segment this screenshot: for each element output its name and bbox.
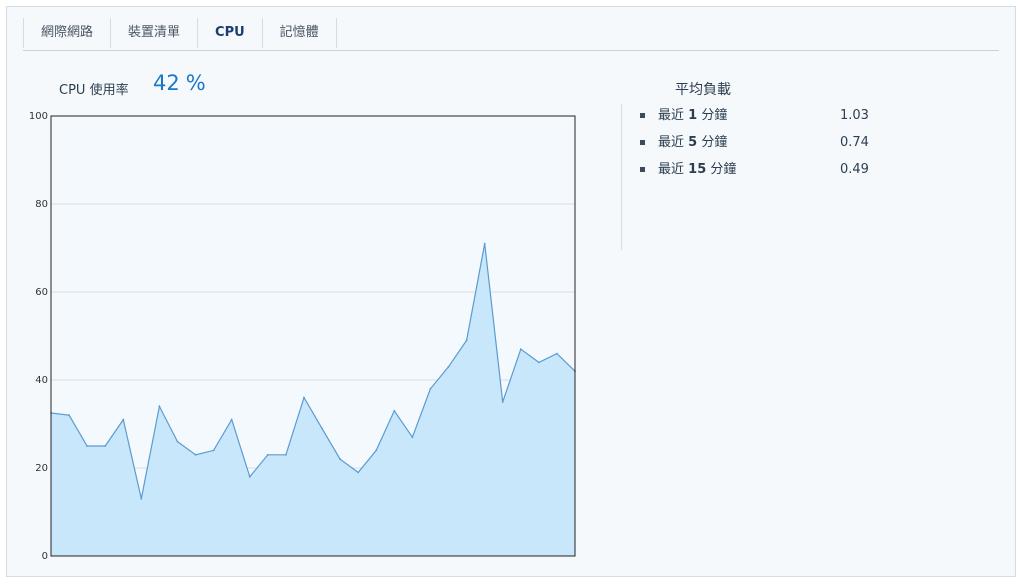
- data-point: [411, 436, 414, 439]
- y-tick-label: 100: [29, 111, 48, 122]
- data-point: [230, 418, 233, 421]
- y-tick-label: 0: [42, 551, 48, 562]
- data-point: [375, 449, 378, 452]
- data-point: [176, 440, 179, 443]
- bullet-icon: [640, 113, 645, 118]
- cpu-usage-chart: 0 20 40 60 80 100: [29, 111, 576, 562]
- data-point: [122, 418, 125, 421]
- data-point: [321, 427, 323, 430]
- load-average-value: 1.03: [840, 108, 869, 123]
- data-point: [248, 475, 251, 478]
- data-point: [501, 401, 504, 403]
- load-average-value: 0.74: [840, 135, 869, 150]
- data-point: [303, 396, 305, 399]
- load-average-row-15min: 最近 15 分鐘 0.49: [639, 161, 939, 188]
- load-average-value: 0.49: [840, 162, 869, 177]
- data-point: [194, 453, 197, 456]
- data-point: [68, 414, 70, 417]
- cpu-usage-label: CPU 使用率: [59, 83, 129, 98]
- data-point: [104, 445, 107, 447]
- data-point: [483, 242, 486, 245]
- bullet-icon: [640, 167, 645, 172]
- load-average-label: 最近 15 分鐘: [658, 162, 737, 177]
- load-average-row-1min: 最近 1 分鐘 1.03: [639, 107, 939, 134]
- data-point: [519, 348, 522, 351]
- tab-bar: 網際網路 裝置清單 CPU 記憶體: [23, 18, 999, 51]
- data-point: [140, 497, 143, 500]
- load-average-divider: [621, 104, 622, 250]
- load-average-label: 最近 5 分鐘: [658, 135, 728, 150]
- data-point: [339, 458, 341, 461]
- data-point: [429, 387, 432, 390]
- tab-internet[interactable]: 網際網路: [23, 18, 110, 48]
- tab-memory[interactable]: 記憶體: [261, 18, 337, 48]
- data-point: [86, 445, 88, 447]
- cpu-usage-value: 42: [153, 71, 180, 95]
- data-point: [158, 405, 161, 408]
- data-point: [212, 449, 215, 452]
- data-point: [357, 471, 360, 474]
- bullet-icon: [640, 140, 645, 145]
- cpu-usage-unit: %: [185, 71, 206, 95]
- cpu-usage-readout: 42%: [153, 71, 206, 95]
- load-average-list: 最近 1 分鐘 1.03 最近 5 分鐘 0.74 最近 15 分鐘 0.49: [639, 107, 939, 188]
- tab-device-list[interactable]: 裝置清單: [110, 18, 197, 48]
- data-point: [465, 339, 468, 342]
- y-tick-label: 40: [35, 375, 48, 386]
- data-point: [538, 361, 540, 364]
- data-point: [447, 365, 450, 368]
- y-tick-label: 20: [35, 463, 48, 474]
- y-tick-label: 60: [35, 287, 48, 298]
- data-point: [285, 453, 287, 456]
- load-average-row-5min: 最近 5 分鐘 0.74: [639, 134, 939, 161]
- data-point: [266, 453, 269, 456]
- data-point: [393, 409, 396, 412]
- y-tick-label: 80: [35, 199, 48, 210]
- load-average-label: 最近 1 分鐘: [658, 108, 728, 123]
- load-average-title: 平均負載: [675, 82, 731, 98]
- tab-cpu[interactable]: CPU: [197, 18, 262, 48]
- data-point: [556, 352, 558, 355]
- cpu-monitor-panel: 網際網路 裝置清單 CPU 記憶體 CPU 使用率 42% 0 20 40 60 80 1…: [6, 6, 1016, 577]
